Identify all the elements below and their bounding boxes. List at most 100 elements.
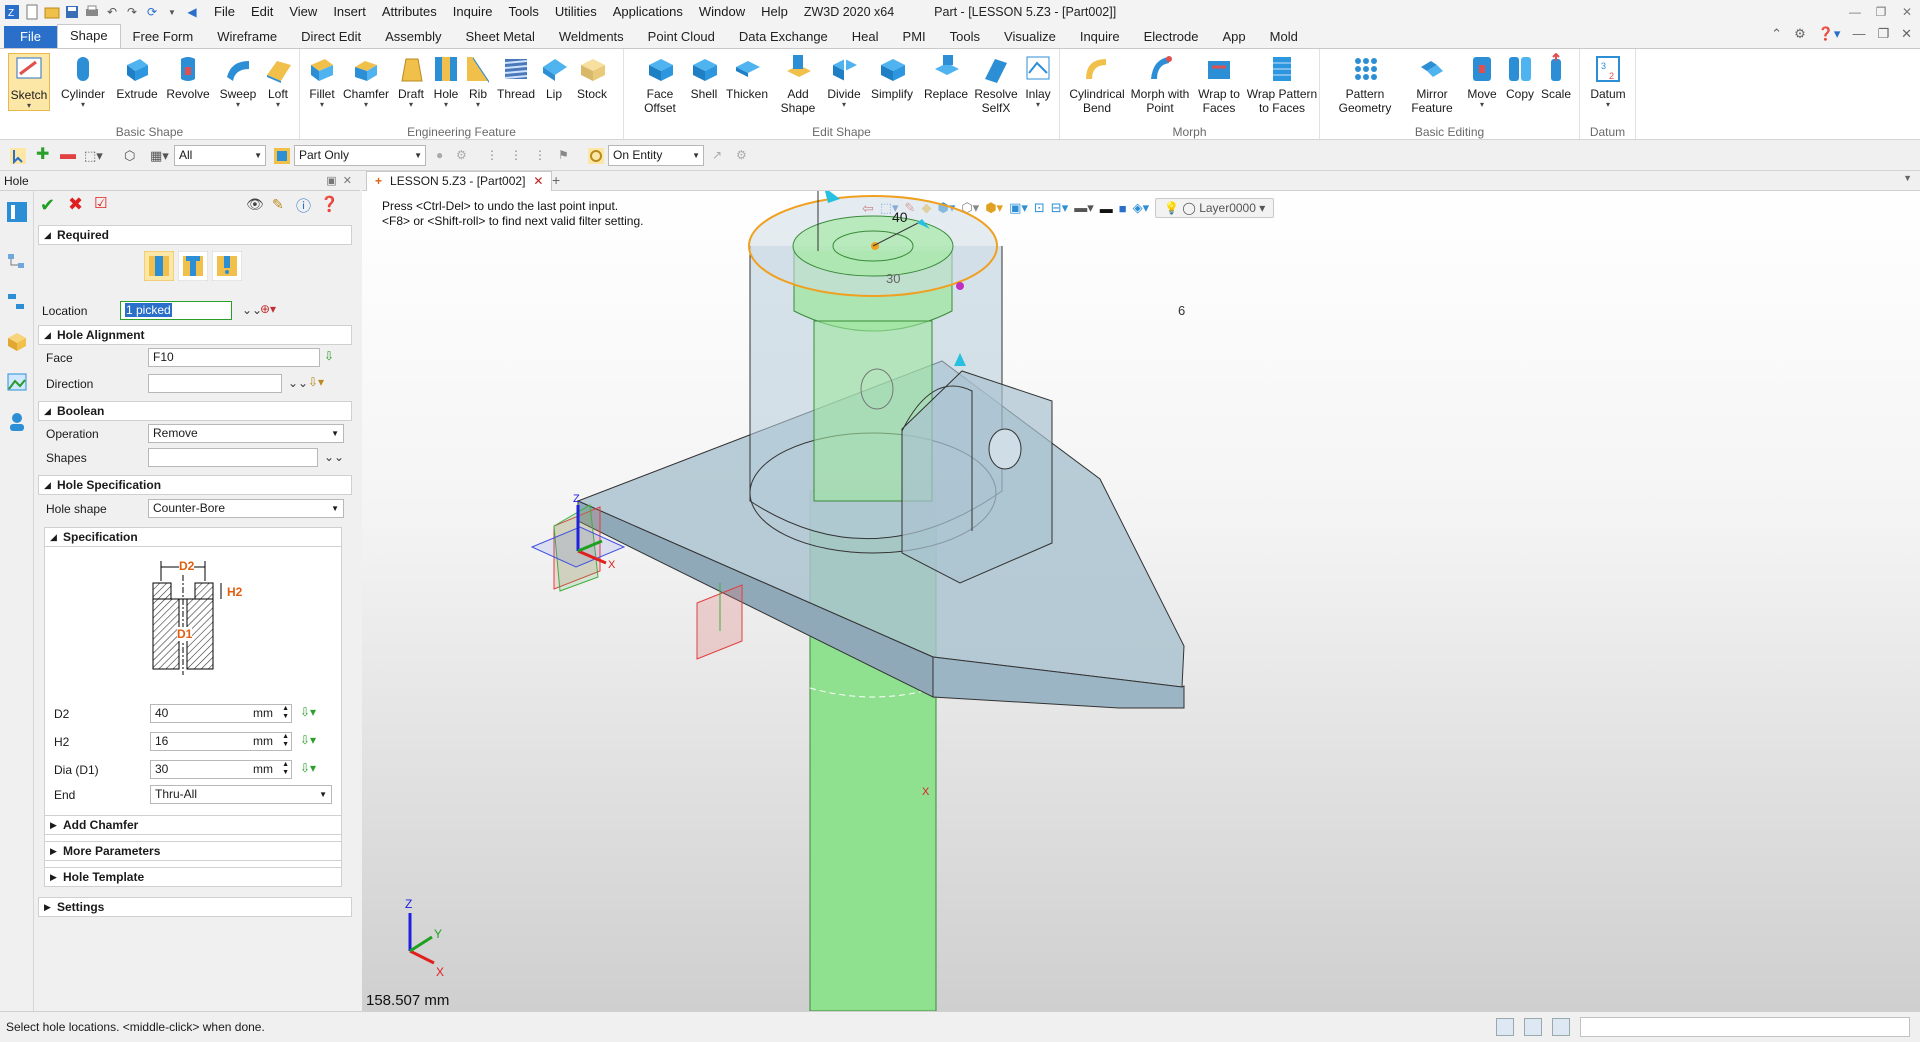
morph-with-point-button[interactable]: Morph with Point [1128,53,1192,115]
status-view-icon-3[interactable] [1552,1018,1570,1036]
panel-pin-icon[interactable]: ▣ ✕ [326,171,352,191]
divide-button[interactable]: Divide ▾ [826,53,862,109]
face-offset-button[interactable]: Face Offset [638,53,682,115]
cancel-x-icon[interactable]: ✖ [68,195,83,213]
extrude-button[interactable]: Extrude [114,53,160,101]
ribbon-tab-mold[interactable]: Mold [1258,26,1310,48]
fillet-button[interactable]: Fillet ▾ [304,53,340,109]
pattern-geometry-button[interactable]: Pattern Geometry [1332,53,1398,115]
save-icon[interactable] [64,4,80,20]
snap-combo[interactable]: On Entity ▼ [608,145,704,166]
copy-button[interactable]: Copy [1504,53,1536,101]
3d-viewport[interactable]: Press <Ctrl-Del> to undo the last point … [362,191,1920,1011]
mirror-feature-button[interactable]: Mirror Feature [1404,53,1460,115]
move-button[interactable]: Move ▾ [1464,53,1500,109]
ribbon-tab-free-form[interactable]: Free Form [121,26,206,48]
document-tab[interactable]: + LESSON 5.Z3 - [Part002] ✕ [366,171,553,191]
face-pick-icon[interactable]: ⇩ [324,349,334,363]
ribbon-tab-electrode[interactable]: Electrode [1132,26,1211,48]
sketch-button[interactable]: Sketch ▾ [8,53,50,111]
section-more-parameters[interactable]: ▶ More Parameters [44,841,342,861]
menu-edit[interactable]: Edit [243,0,281,24]
ribbon-tab-shape[interactable]: Shape [56,24,121,48]
revolve-button[interactable]: Revolve [164,53,212,101]
add-shape-button[interactable]: Add Shape [776,53,820,115]
settings-gear-icon[interactable]: ⚙ [1794,26,1806,42]
info-icon[interactable]: ⓘ [296,195,311,216]
h2-pick-icon[interactable]: ⇩▾ [300,733,316,747]
end-select[interactable]: Thru-All ▼ [150,785,332,804]
collapse-ribbon-icon[interactable]: ⌃ [1771,26,1782,42]
h2-input[interactable]: 16 mm ▲ ▼ [150,732,292,751]
restore-icon[interactable]: ❐ [1868,0,1894,24]
part-box-icon[interactable] [6,331,28,353]
inlay-button[interactable]: Inlay ▾ [1022,53,1054,109]
section-hole-template[interactable]: ▶ Hole Template [44,867,342,887]
close-tab-icon[interactable]: ✕ [533,172,543,191]
filter-combo[interactable]: All ▼ [174,145,266,166]
dia-input[interactable]: 30 mm ▲ ▼ [150,760,292,779]
menu-attributes[interactable]: Attributes [374,0,445,24]
ribbon-tab-heal[interactable]: Heal [840,26,891,48]
align-center-icon[interactable]: ⋮ [510,148,526,164]
hole-type-tapped-icon[interactable] [178,251,208,281]
help-icon[interactable]: ❓ [320,195,339,213]
menu-insert[interactable]: Insert [325,0,374,24]
remove-pick-icon[interactable]: ▬ [60,147,76,164]
menu-help[interactable]: Help [753,0,796,24]
menu-applications[interactable]: Applications [605,0,691,24]
face-input[interactable]: F10 [148,348,320,367]
align-right-icon[interactable]: ⋮ [534,148,550,164]
datum-button[interactable]: 32 Datum ▾ [1588,53,1628,109]
help-icon[interactable]: ❓▾ [1818,26,1841,42]
status-view-icon-1[interactable] [1496,1018,1514,1036]
sweep-button[interactable]: Sweep ▾ [216,53,260,109]
open-folder-icon[interactable] [44,4,60,20]
menu-tools[interactable]: Tools [501,0,547,24]
minimize-icon[interactable]: — [1842,0,1868,24]
menu-view[interactable]: View [281,0,325,24]
add-pick-icon[interactable]: ✚ [36,147,52,164]
undo-icon[interactable]: ↶ [104,4,120,20]
ribbon-tab-weldments[interactable]: Weldments [547,26,636,48]
ribbon-tab-point-cloud[interactable]: Point Cloud [636,26,727,48]
shapes-input[interactable] [148,448,318,467]
close-icon[interactable]: ✕ [1894,0,1920,24]
ok-check-icon[interactable]: ✔ [40,196,55,214]
snap-icon[interactable] [588,148,604,164]
menu-inquire[interactable]: Inquire [445,0,501,24]
section-specification[interactable]: ◢ Specification [44,527,342,547]
wrap-pattern-to-faces-button[interactable]: Wrap Pattern to Faces [1246,53,1318,115]
shape-filter-icon[interactable]: ⬡ [124,148,140,164]
input-form-tab-icon[interactable] [6,201,28,223]
operation-select[interactable]: Remove ▼ [148,424,344,443]
status-view-icon-2[interactable] [1524,1018,1542,1036]
direction-input[interactable] [148,374,282,393]
replace-button[interactable]: Replace [922,53,970,101]
hole-type-simple-icon[interactable] [144,251,174,281]
section-hole-alignment[interactable]: ◢ Hole Alignment [38,325,352,345]
stock-button[interactable]: Stock [572,53,612,101]
customize-dropdown-icon[interactable]: ▼ [164,4,180,20]
print-icon[interactable] [84,4,100,20]
part-scope-icon[interactable] [274,148,290,164]
redo-icon[interactable]: ↷ [124,4,140,20]
dia-pick-icon[interactable]: ⇩▾ [300,761,316,775]
filter-list-icon[interactable]: ▦▾ [150,148,169,164]
scope-combo[interactable]: Part Only ▼ [294,145,426,166]
apply-icon[interactable]: ☑ [94,195,107,213]
rib-button[interactable]: Rib ▾ [464,53,492,109]
location-pick-icon[interactable]: ⊕▾ [260,302,276,316]
assembly-tree-icon[interactable] [6,291,28,313]
ribbon-tab-file[interactable]: File [4,26,57,48]
ribbon-tab-direct-edit[interactable]: Direct Edit [289,26,373,48]
user-icon[interactable] [6,411,28,433]
cylindrical-bend-button[interactable]: Cylindrical Bend [1066,53,1128,115]
ribbon-tab-assembly[interactable]: Assembly [373,26,453,48]
back-arrow-icon[interactable]: ◀ [184,4,200,20]
thread-button[interactable]: Thread [496,53,536,101]
section-hole-specification[interactable]: ◢ Hole Specification [38,475,352,495]
pencil-icon[interactable]: ✎ [272,196,284,213]
hole-type-clearance-icon[interactable] [212,251,242,281]
mdi-close-icon[interactable]: ✕ [1901,26,1912,42]
